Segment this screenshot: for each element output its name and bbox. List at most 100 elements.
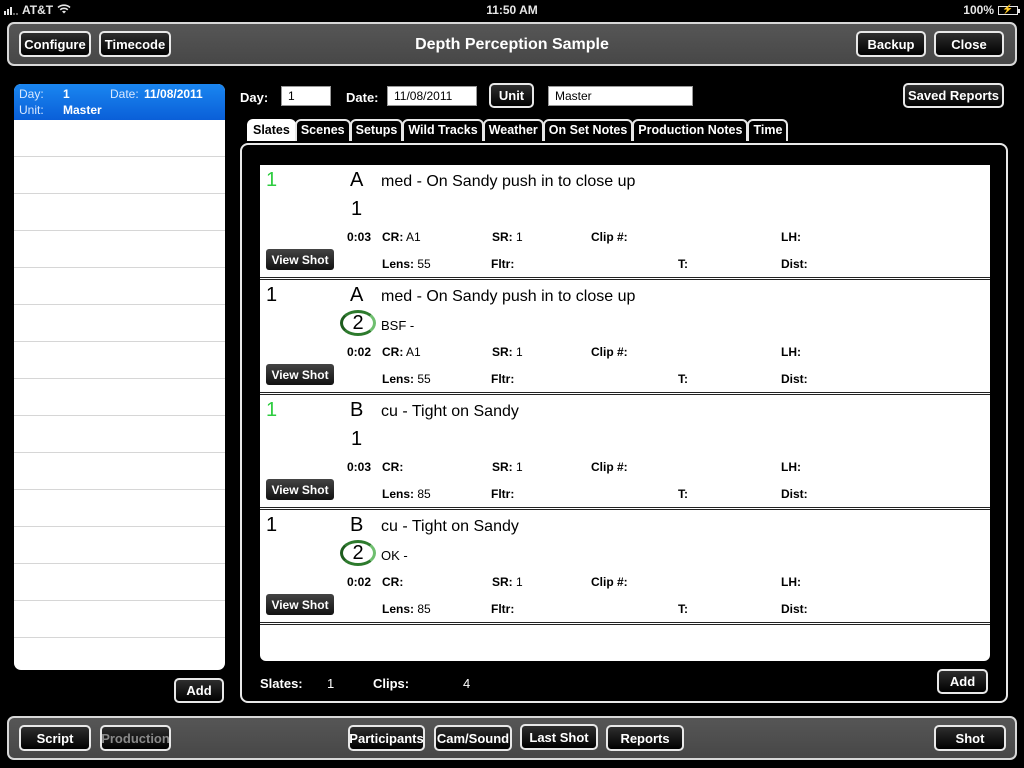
- tab-wild-tracks[interactable]: Wild Tracks: [402, 119, 484, 141]
- tab-setups[interactable]: Setups: [349, 119, 404, 141]
- clips-count-value: 4: [463, 676, 471, 691]
- slate-number: 1: [266, 399, 278, 421]
- sr-label: SR:: [492, 460, 513, 474]
- view-shot-button[interactable]: View Shot: [266, 479, 334, 500]
- bottom-toolbar: Script Production Participants Cam/Sound…: [7, 716, 1017, 760]
- cam-sound-button[interactable]: Cam/Sound: [434, 725, 512, 751]
- shot-row[interactable]: 1 Bcu - Tight on Sandy 1 0:03 CR: SR: 1 Clip …: [260, 395, 990, 510]
- unit-input[interactable]: [548, 86, 693, 106]
- shot-row[interactable]: 1 Amed - On Sandy push in to close up 2 BSF…: [260, 280, 990, 395]
- list-item[interactable]: [14, 527, 225, 564]
- reports-button[interactable]: Reports: [606, 725, 684, 751]
- slate-number: 1: [266, 284, 278, 306]
- clock: 11:50 AM: [486, 3, 538, 17]
- shot-button[interactable]: Shot: [934, 725, 1006, 751]
- shot-list[interactable]: 1 Amed - On Sandy push in to close up 1 0:0…: [260, 165, 990, 661]
- clip-label: Clip #:: [591, 230, 628, 244]
- day-list-item-selected[interactable]: Day: 1 Date: 11/08/2011 Unit: Master: [14, 84, 225, 120]
- lens-label: Lens:: [382, 602, 415, 616]
- clip-label: Clip #:: [591, 460, 628, 474]
- take-number: 1: [351, 198, 363, 220]
- top-toolbar: Configure Timecode Depth Perception Samp…: [7, 22, 1017, 66]
- filter-label: Fltr:: [491, 487, 515, 501]
- take-duration: 0:02: [347, 345, 372, 359]
- view-shot-button[interactable]: View Shot: [266, 249, 334, 270]
- sr-value: 1: [516, 575, 523, 589]
- view-shot-button[interactable]: View Shot: [266, 364, 334, 385]
- list-item[interactable]: [14, 379, 225, 416]
- setup-letter: A: [350, 169, 364, 191]
- slates-count-value: 1: [327, 676, 335, 691]
- tab-scenes[interactable]: Scenes: [294, 119, 351, 141]
- shot-description: cu - Tight on Sandy: [381, 518, 519, 535]
- list-item[interactable]: [14, 305, 225, 342]
- unit-value: Master: [63, 103, 102, 117]
- date-value: 11/08/2011: [144, 87, 203, 101]
- shot-description: cu - Tight on Sandy: [381, 403, 519, 420]
- circled-take-number: 2: [340, 540, 376, 566]
- clip-label: Clip #:: [591, 345, 628, 359]
- unit-button[interactable]: Unit: [489, 83, 534, 108]
- lens-label: Lens:: [382, 487, 415, 501]
- lh-label: LH:: [781, 575, 801, 589]
- list-item[interactable]: [14, 453, 225, 490]
- slates-count-label: Slates:: [260, 676, 303, 691]
- tab-bar: Slates Scenes Setups Wild Tracks Weather…: [247, 119, 789, 141]
- distance-label: Dist:: [781, 257, 808, 271]
- cr-label: CR:: [382, 575, 404, 589]
- status-bar: AT&T 11:50 AM 100% ⚡: [0, 0, 1024, 20]
- filter-label: Fltr:: [491, 257, 515, 271]
- day-list[interactable]: Day: 1 Date: 11/08/2011 Unit: Master: [14, 84, 225, 670]
- day-value: 1: [63, 87, 70, 101]
- add-shot-button[interactable]: Add: [937, 669, 988, 694]
- saved-reports-button[interactable]: Saved Reports: [903, 83, 1004, 108]
- shot-row[interactable]: 1 Bcu - Tight on Sandy 2 OK - 0:02 CR: SR: 1 C…: [260, 510, 990, 625]
- participants-button[interactable]: Participants: [348, 725, 425, 751]
- script-button[interactable]: Script: [19, 725, 91, 751]
- list-item[interactable]: [14, 490, 225, 527]
- sr-value: 1: [516, 460, 523, 474]
- circled-take-number: 2: [340, 310, 376, 336]
- tab-weather[interactable]: Weather: [482, 119, 544, 141]
- sr-value: 1: [516, 230, 523, 244]
- list-item[interactable]: [14, 342, 225, 379]
- list-item[interactable]: [14, 231, 225, 268]
- list-item[interactable]: [14, 268, 225, 305]
- last-shot-button[interactable]: Last Shot: [520, 724, 598, 750]
- distance-label: Dist:: [781, 372, 808, 386]
- clips-count-label: Clips:: [373, 676, 410, 691]
- battery-percent: 100%: [963, 3, 994, 17]
- lens-label: Lens:: [382, 257, 415, 271]
- tab-on-set-notes[interactable]: On Set Notes: [542, 119, 634, 141]
- lens-value: 85: [417, 602, 431, 616]
- day-input[interactable]: [281, 86, 331, 106]
- slates-panel: 1 Amed - On Sandy push in to close up 1 0:0…: [240, 143, 1008, 703]
- filter-label: Fltr:: [491, 372, 515, 386]
- production-button[interactable]: Production: [100, 725, 171, 751]
- lh-label: LH:: [781, 230, 801, 244]
- list-item[interactable]: [14, 120, 225, 157]
- sr-label: SR:: [492, 575, 513, 589]
- list-item[interactable]: [14, 601, 225, 638]
- cr-value: A1: [406, 230, 421, 244]
- list-item[interactable]: [14, 194, 225, 231]
- view-shot-button[interactable]: View Shot: [266, 594, 334, 615]
- tab-production-notes[interactable]: Production Notes: [632, 119, 749, 141]
- lens-value: 55: [417, 257, 431, 271]
- shot-row[interactable]: 1 Amed - On Sandy push in to close up 1 0:0…: [260, 165, 990, 280]
- t-stop-label: T:: [678, 487, 688, 501]
- take-note: OK -: [381, 548, 408, 563]
- tab-slates[interactable]: Slates: [247, 119, 296, 141]
- list-item[interactable]: [14, 564, 225, 601]
- tab-time[interactable]: Time: [747, 119, 789, 141]
- backup-button[interactable]: Backup: [856, 31, 926, 57]
- lens-value: 55: [417, 372, 431, 386]
- date-input[interactable]: [387, 86, 477, 106]
- list-item[interactable]: [14, 157, 225, 194]
- cr-label: CR:: [382, 345, 404, 359]
- setup-letter: B: [350, 399, 364, 421]
- day-field-label: Day:: [240, 90, 269, 105]
- close-button[interactable]: Close: [934, 31, 1004, 57]
- list-item[interactable]: [14, 416, 225, 453]
- add-day-button[interactable]: Add: [174, 678, 224, 703]
